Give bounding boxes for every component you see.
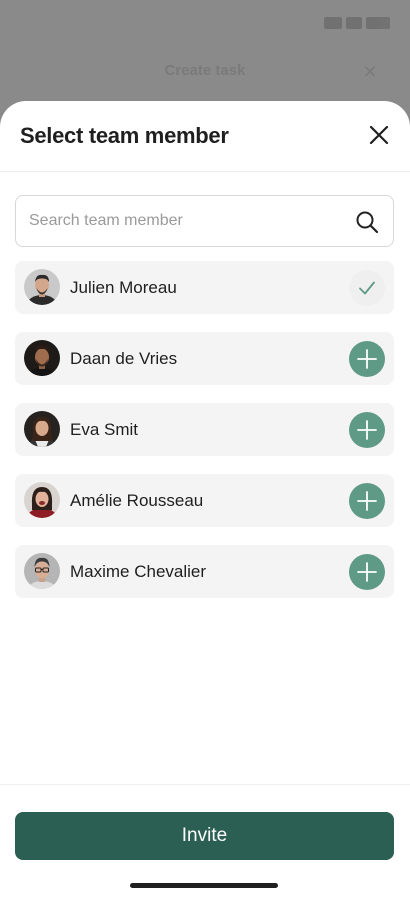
member-row-maxime-chevalier[interactable]: Maxime Chevalier	[15, 545, 394, 598]
member-name: Amélie Rousseau	[70, 491, 204, 510]
member-name: Eva Smit	[70, 420, 139, 439]
plus-icon	[357, 491, 377, 511]
background-close-icon: ✕	[362, 62, 378, 82]
selected-indicator[interactable]	[349, 270, 385, 306]
add-member-button[interactable]	[349, 483, 385, 519]
signal-icon	[324, 17, 342, 29]
check-icon	[359, 281, 375, 295]
member-row-daan-de-vries[interactable]: Daan de Vries	[15, 332, 394, 385]
status-time	[20, 14, 60, 30]
plus-icon	[357, 562, 377, 582]
member-name: Julien Moreau	[70, 278, 177, 297]
add-member-button[interactable]	[349, 341, 385, 377]
select-member-sheet: Select team member Search team member Ju…	[0, 101, 410, 897]
sheet-title: Select team member	[20, 123, 229, 148]
wifi-icon	[346, 17, 362, 29]
close-button[interactable]	[366, 122, 392, 148]
search-field[interactable]	[15, 195, 394, 247]
home-indicator	[130, 883, 278, 888]
avatar	[24, 411, 60, 447]
close-icon	[369, 125, 389, 145]
member-row-amelie-rousseau[interactable]: Amélie Rousseau	[15, 474, 394, 527]
search-icon[interactable]	[355, 210, 379, 234]
add-member-button[interactable]	[349, 412, 385, 448]
member-row-julien-moreau[interactable]: Julien Moreau	[15, 261, 394, 314]
invite-button[interactable]: Invite	[15, 812, 394, 860]
member-name: Maxime Chevalier	[70, 562, 207, 581]
member-name: Daan de Vries	[70, 349, 178, 368]
add-member-button[interactable]	[349, 554, 385, 590]
plus-icon	[357, 349, 377, 369]
avatar	[24, 269, 60, 305]
member-list: Julien Moreau Daan de Vries Eva Smit Amé…	[15, 261, 394, 616]
avatar	[24, 553, 60, 589]
avatar	[24, 340, 60, 376]
battery-icon	[366, 17, 390, 29]
plus-icon	[357, 420, 377, 440]
status-bar	[0, 0, 410, 46]
sheet-header: Select team member	[0, 101, 410, 172]
avatar	[24, 482, 60, 518]
status-icons	[320, 16, 390, 30]
member-row-eva-smit[interactable]: Eva Smit	[15, 403, 394, 456]
sheet-footer: Invite	[0, 784, 410, 897]
background-page-title: Create task	[164, 62, 246, 79]
search-input[interactable]	[16, 196, 336, 246]
